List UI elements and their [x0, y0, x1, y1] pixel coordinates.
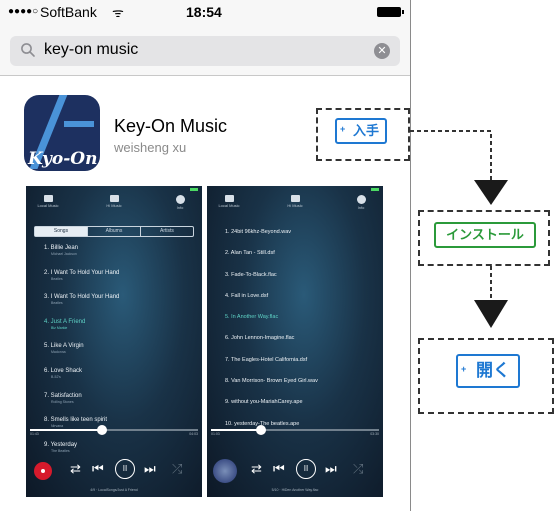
- connector-line: [410, 130, 492, 180]
- open-button[interactable]: + 開く: [456, 354, 520, 388]
- plus-icon: +: [340, 124, 346, 134]
- open-button-label: 開く: [476, 361, 510, 380]
- step-install-box: インストール: [418, 210, 550, 266]
- down-arrow-icon: [474, 300, 508, 328]
- step-open-box: + 開く: [418, 338, 554, 414]
- down-arrow-icon: [474, 180, 508, 205]
- install-button[interactable]: インストール: [434, 222, 536, 248]
- plus-icon: +: [461, 364, 467, 374]
- get-button-label: 入手: [352, 123, 379, 138]
- step-get-box: + 入手: [316, 108, 410, 161]
- get-button[interactable]: + 入手: [335, 118, 387, 144]
